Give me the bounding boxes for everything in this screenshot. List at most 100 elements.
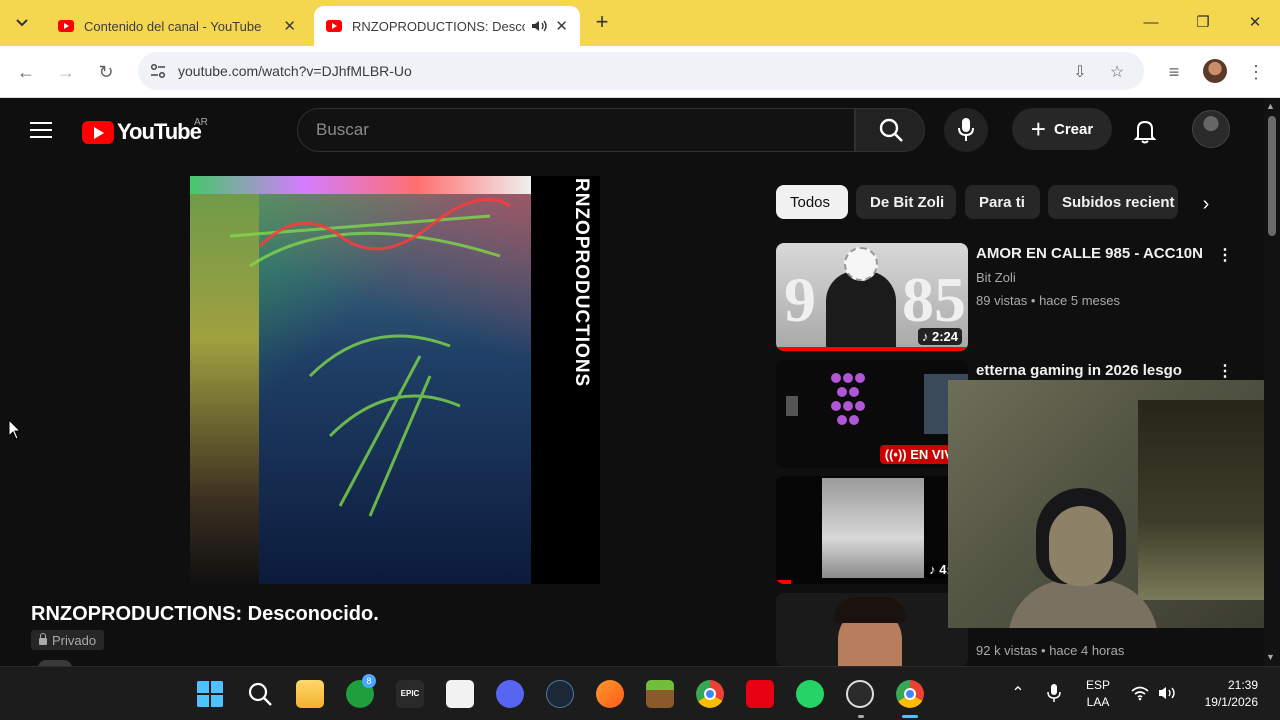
tab-title: Contenido del canal - YouTube	[84, 18, 262, 34]
rec-title[interactable]: AMOR EN CALLE 985 - ACC10N	[976, 245, 1206, 262]
duration-badge: ♪ 2:24	[917, 328, 962, 345]
back-button[interactable]: ←	[12, 58, 40, 86]
search-input[interactable]	[298, 109, 854, 151]
new-tab-button[interactable]: +	[590, 10, 614, 36]
voice-search-button[interactable]	[944, 108, 988, 152]
profile-avatar[interactable]	[1203, 59, 1227, 83]
close-tab-icon[interactable]: ✕	[555, 17, 568, 35]
microphone-tray-icon[interactable]	[1046, 683, 1062, 703]
reload-button[interactable]: ↻	[92, 58, 120, 86]
youtube-logo[interactable]: YouTube AR	[82, 117, 208, 145]
chip-todos[interactable]: Todos	[776, 185, 848, 219]
tab-search-button[interactable]	[8, 10, 36, 36]
close-window-button[interactable]: ✕	[1232, 8, 1278, 38]
tab-channel-content[interactable]: Contenido del canal - YouTube ✕	[46, 6, 308, 46]
video-player[interactable]: RNZOPRODUCTIONS	[190, 176, 600, 584]
xbox-icon[interactable]: 8	[346, 674, 376, 708]
search-icon	[879, 118, 903, 142]
chip-subidos-recientemente[interactable]: Subidos recient	[1048, 185, 1178, 219]
nintendo-switch-icon[interactable]	[746, 680, 774, 708]
thumbnail-photo	[822, 478, 924, 578]
steam-icon[interactable]	[546, 680, 574, 708]
address-bar[interactable]: youtube.com/watch?v=DJhfMLBR-Uo ⇩ ☆	[138, 52, 1144, 90]
running-indicator	[858, 715, 864, 718]
show-hidden-icons-icon[interactable]: ⌃	[1008, 683, 1028, 703]
lock-icon	[39, 633, 47, 645]
volume-icon[interactable]	[1158, 685, 1178, 701]
search-button[interactable]	[855, 108, 925, 152]
taskbar-search-icon[interactable]	[246, 680, 274, 708]
language-code: ESP	[1085, 678, 1110, 692]
video-cover-art	[190, 176, 531, 584]
youtube-favicon-icon	[326, 20, 342, 32]
minecraft-icon[interactable]	[646, 680, 674, 708]
url-text: youtube.com/watch?v=DJhfMLBR-Uo	[178, 63, 412, 79]
scrollbar-thumb[interactable]	[1268, 116, 1276, 236]
chip-para-ti[interactable]: Para ti	[965, 185, 1040, 219]
chrome-icon[interactable]	[696, 680, 724, 708]
wifi-icon[interactable]	[1130, 685, 1150, 701]
speaker-icon[interactable]	[531, 19, 548, 33]
flower-icon	[844, 247, 878, 281]
rec-thumbnail[interactable]: 9 85 ♪ 2:24	[776, 243, 968, 351]
chrome-menu-icon[interactable]: ⋮	[1242, 58, 1270, 86]
media-control-icon[interactable]: ≡	[1160, 58, 1188, 86]
layout-code: LAA	[1086, 695, 1110, 709]
more-options-icon[interactable]: ⋮	[1217, 362, 1233, 382]
clock-date: 19/1/2026	[1204, 695, 1258, 709]
discord-icon[interactable]	[496, 680, 524, 708]
create-button[interactable]: + Crear	[1012, 108, 1112, 150]
thumbnail-art: 85	[902, 264, 966, 335]
chrome-profile-icon[interactable]	[896, 680, 924, 708]
active-indicator	[902, 715, 918, 718]
file-explorer-icon[interactable]	[296, 680, 324, 708]
keyboard-language[interactable]: ESP LAA	[1084, 677, 1112, 711]
capcut-icon[interactable]	[446, 680, 474, 708]
windows-start-icon[interactable]	[196, 680, 224, 708]
system-clock[interactable]: 21:39 19/1/2026	[1196, 677, 1258, 711]
more-options-icon[interactable]: ⋮	[1217, 246, 1233, 266]
thumbnail-figure	[826, 271, 896, 351]
search-box	[297, 108, 855, 152]
rec-channel[interactable]: Bit Zoli	[976, 270, 1016, 285]
forward-button[interactable]: →	[52, 58, 80, 86]
xbox-notification-badge: 8	[362, 674, 376, 688]
close-tab-icon[interactable]: ✕	[283, 17, 296, 35]
site-info-icon[interactable]	[148, 61, 168, 81]
privacy-label: Privado	[52, 632, 97, 648]
cover-channel-text: RNZOPRODUCTIONS	[571, 178, 592, 388]
clock-time: 21:39	[1227, 678, 1258, 692]
webcam-overlay	[948, 380, 1280, 628]
bookmark-star-icon[interactable]: ☆	[1107, 62, 1127, 82]
account-avatar[interactable]	[1192, 110, 1230, 148]
tab-current-video[interactable]: RNZOPRODUCTIONS: Desconocido. ✕	[314, 6, 580, 46]
install-app-icon[interactable]: ⇩	[1070, 62, 1090, 82]
tab-strip: Contenido del canal - YouTube ✕ RNZOPROD…	[0, 0, 1280, 46]
notifications-bell-icon[interactable]	[1130, 116, 1160, 146]
chip-de-bit-zoli[interactable]: De Bit Zoli	[856, 185, 956, 219]
youtube-header: YouTube AR + Crear	[0, 98, 1264, 166]
chevron-right-icon[interactable]: ›	[1192, 190, 1220, 218]
restore-button[interactable]: ❐	[1180, 8, 1226, 38]
obs-icon[interactable]	[846, 680, 874, 708]
epic-games-icon[interactable]: EPIC	[396, 680, 424, 708]
tab-title: RNZOPRODUCTIONS: Desconocido.	[352, 18, 526, 34]
rec-thumbnail[interactable]: ♪ 4:3	[776, 476, 968, 584]
rec-thumbnail[interactable]: ((•)) EN VIVO	[776, 360, 968, 468]
mouse-cursor-icon	[8, 419, 22, 440]
scroll-up-arrow-icon[interactable]: ▲	[1266, 101, 1275, 111]
privacy-badge: Privado	[31, 630, 105, 650]
whatsapp-icon[interactable]	[796, 680, 824, 708]
plus-icon: +	[1030, 114, 1046, 144]
create-label: Crear	[1053, 120, 1094, 138]
rec-title[interactable]: etterna gaming in 2026 lesgo	[976, 362, 1206, 379]
thumbnail-art: 9	[784, 264, 816, 335]
browser-toolbar: ← → ↻ youtube.com/watch?v=DJhfMLBR-Uo ⇩ …	[0, 46, 1280, 98]
menu-icon[interactable]	[30, 122, 52, 140]
minimize-button[interactable]: —	[1128, 8, 1174, 38]
microphone-icon	[958, 118, 974, 141]
fl-studio-icon[interactable]	[596, 680, 624, 708]
scroll-down-arrow-icon[interactable]: ▼	[1266, 652, 1275, 662]
rec-thumbnail[interactable]	[776, 593, 968, 666]
rec-meta: 92 k vistas • hace 4 horas	[976, 643, 1125, 658]
